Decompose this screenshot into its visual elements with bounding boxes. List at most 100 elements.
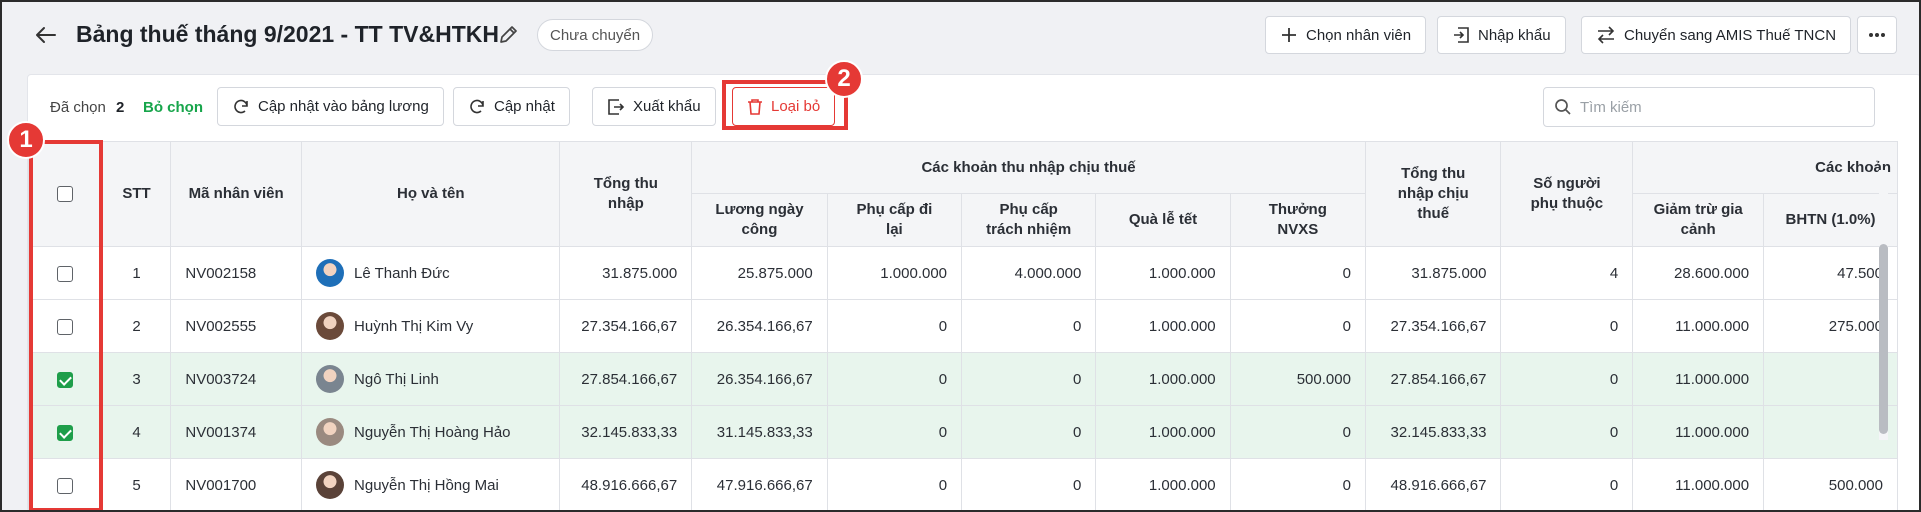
- cell-taxable: 27.354.166,67: [1364, 299, 1502, 353]
- select-all-checkbox[interactable]: [57, 186, 74, 203]
- cell-gift: 1.000.000: [1095, 458, 1231, 512]
- col-resp-allowance: Phụ cấp trách nhiệm: [961, 193, 1097, 247]
- cell-dependents: 0: [1500, 405, 1634, 459]
- vertical-scrollbar[interactable]: [1879, 170, 1888, 440]
- cell-family: 28.600.000: [1632, 246, 1765, 300]
- cell-travel: 0: [826, 299, 963, 353]
- col-bonus-nvxs: Thưởng NVXS: [1229, 193, 1366, 247]
- trash-icon: [748, 98, 762, 115]
- table-row[interactable]: 1 NV002158 Lê Thanh Đức 31.875.000 25.875.00…: [28, 246, 1898, 300]
- remove-button[interactable]: Loại bỏ: [732, 87, 836, 126]
- cell-family: 11.000.000: [1632, 405, 1765, 459]
- table-row[interactable]: 2 NV002555 Huỳnh Thị Kim Vy 27.354.166,67 26…: [28, 299, 1898, 353]
- cell-gift: 1.000.000: [1095, 246, 1231, 300]
- cell-name: Lê Thanh Đức: [301, 246, 561, 300]
- pencil-icon[interactable]: [497, 24, 519, 46]
- cell-bhtn: 275.000: [1763, 299, 1898, 353]
- search-input[interactable]: [1580, 98, 1860, 116]
- table-body: 1 NV002158 Lê Thanh Đức 31.875.000 25.875.00…: [28, 246, 1898, 512]
- update-payroll-label: Cập nhật vào bảng lương: [258, 98, 429, 115]
- avatar: [316, 418, 345, 446]
- update-button[interactable]: Cập nhật: [453, 87, 570, 126]
- cell-day-salary: 26.354.166,67: [691, 352, 828, 406]
- cell-travel: 0: [826, 458, 963, 512]
- cell-code: NV001700: [170, 458, 303, 512]
- cell-code: NV002555: [170, 299, 303, 353]
- cell-gift: 1.000.000: [1095, 352, 1231, 406]
- refresh-icon: [470, 99, 484, 113]
- cell-dependents: 0: [1500, 299, 1634, 353]
- update-payroll-button[interactable]: Cập nhật vào bảng lương: [217, 87, 444, 126]
- cell-day-salary: 31.145.833,33: [691, 405, 828, 459]
- cell-bonus: 0: [1229, 246, 1366, 300]
- plus-icon: [1282, 28, 1296, 42]
- cell-bonus: 0: [1229, 299, 1366, 353]
- cell-total: 48.916.666,67: [559, 458, 693, 512]
- employee-name: Ngô Thị Linh: [354, 370, 439, 388]
- row-checkbox-cell: [28, 299, 103, 353]
- col-family-deduction: Giảm trừ gia cảnh: [1632, 193, 1765, 247]
- cell-bonus: 0: [1229, 405, 1366, 459]
- import-button[interactable]: Nhập khẩu: [1437, 16, 1566, 54]
- more-options-button[interactable]: [1857, 16, 1897, 54]
- row-checkbox-cell: [28, 246, 103, 300]
- employee-name-cell: Lê Thanh Đức: [316, 259, 545, 287]
- cell-stt: 2: [101, 299, 172, 353]
- back-arrow-icon[interactable]: [32, 22, 60, 48]
- col-emp-code: Mã nhân viên: [170, 141, 303, 247]
- employee-name-cell: Ngô Thị Linh: [316, 365, 545, 393]
- cell-taxable: 27.854.166,67: [1364, 352, 1502, 406]
- cell-travel: 1.000.000: [826, 246, 963, 300]
- tax-table: STT Mã nhân viên Họ và tên Tổng thu nhập…: [28, 141, 1898, 512]
- refresh-icon: [234, 99, 248, 113]
- cell-travel: 0: [826, 352, 963, 406]
- transfer-amis-label: Chuyển sang AMIS Thuế TNCN: [1624, 26, 1837, 44]
- cell-family: 11.000.000: [1632, 458, 1765, 512]
- cell-total: 32.145.833,33: [559, 405, 693, 459]
- row-checkbox[interactable]: [57, 477, 74, 494]
- cell-day-salary: 25.875.000: [691, 246, 828, 300]
- row-checkbox[interactable]: [57, 424, 74, 441]
- cell-bhtn: [1763, 405, 1898, 459]
- col-day-salary: Lương ngày công: [691, 193, 828, 247]
- col-group-deduction: Các khoản: [1632, 141, 1898, 194]
- choose-employee-label: Chọn nhân viên: [1306, 26, 1412, 44]
- step-marker-1: 1: [7, 121, 45, 159]
- row-checkbox[interactable]: [57, 318, 74, 335]
- status-badge: Chưa chuyển: [537, 19, 654, 51]
- tax-table-card: Đã chọn 2 Bỏ chọn Cập nhật vào bảng lươn…: [27, 74, 1921, 512]
- cell-resp: 4.000.000: [961, 246, 1097, 300]
- step-marker-2: 2: [825, 60, 863, 98]
- scrollbar-thumb[interactable]: [1879, 244, 1888, 434]
- search-box[interactable]: [1543, 87, 1875, 127]
- table-row[interactable]: 5 NV001700 Nguyễn Thị Hồng Mai 48.916.666,6…: [28, 458, 1898, 512]
- cell-name: Nguyễn Thị Hoàng Hảo: [301, 405, 561, 459]
- employee-name: Nguyễn Thị Hoàng Hảo: [354, 423, 511, 441]
- cell-resp: 0: [961, 405, 1097, 459]
- cell-bhtn: 47.500: [1763, 246, 1898, 300]
- cell-total: 31.875.000: [559, 246, 693, 300]
- import-label: Nhập khẩu: [1478, 26, 1551, 44]
- export-button[interactable]: Xuất khẩu: [592, 87, 716, 126]
- cell-code: NV002158: [170, 246, 303, 300]
- page-header: Bảng thuế tháng 9/2021 - TT TV&HTKH Chưa…: [0, 0, 1921, 70]
- update-label: Cập nhật: [494, 98, 555, 115]
- cell-day-salary: 47.916.666,67: [691, 458, 828, 512]
- transfer-amis-button[interactable]: Chuyển sang AMIS Thuế TNCN: [1581, 16, 1852, 54]
- cell-stt: 5: [101, 458, 172, 512]
- avatar: [316, 471, 345, 499]
- export-label: Xuất khẩu: [633, 98, 701, 115]
- swap-icon: [1597, 26, 1615, 44]
- avatar: [316, 365, 345, 393]
- row-checkbox[interactable]: [57, 371, 74, 388]
- table-row[interactable]: 3 NV003724 Ngô Thị Linh 27.854.166,67 26.354…: [28, 352, 1898, 406]
- cell-resp: 0: [961, 458, 1097, 512]
- deselect-link[interactable]: Bỏ chọn: [143, 99, 203, 116]
- page-title: Bảng thuế tháng 9/2021 - TT TV&HTKH: [76, 21, 499, 47]
- choose-employee-button[interactable]: Chọn nhân viên: [1265, 16, 1427, 54]
- cell-gift: 1.000.000: [1095, 405, 1231, 459]
- table-row[interactable]: 4 NV001374 Nguyễn Thị Hoàng Hảo 32.145.833,…: [28, 405, 1898, 459]
- row-checkbox[interactable]: [57, 265, 74, 282]
- cell-day-salary: 26.354.166,67: [691, 299, 828, 353]
- cell-resp: 0: [961, 299, 1097, 353]
